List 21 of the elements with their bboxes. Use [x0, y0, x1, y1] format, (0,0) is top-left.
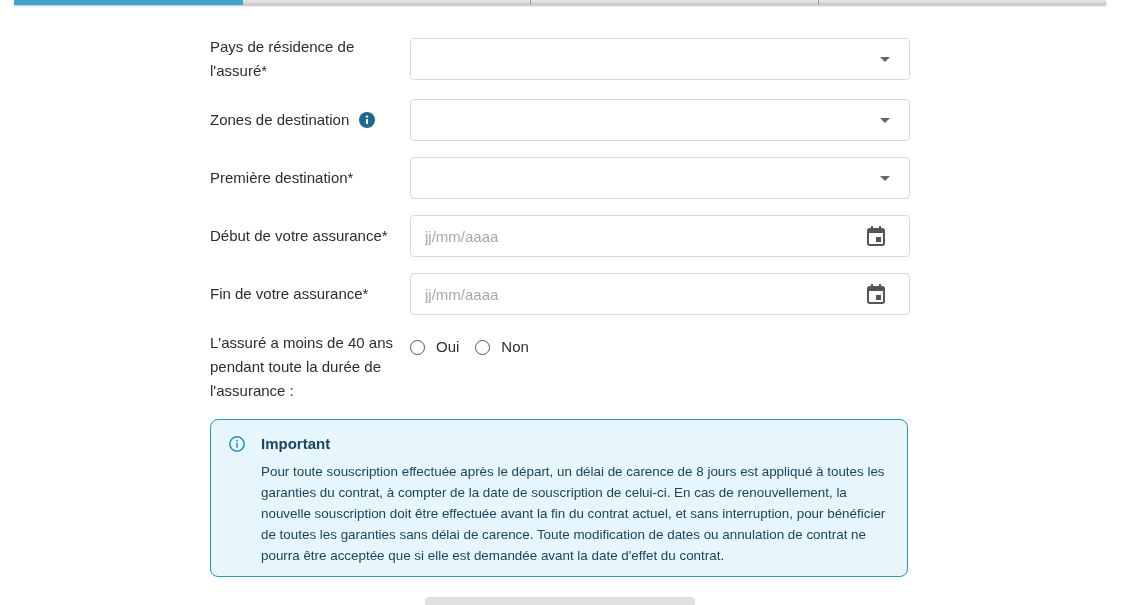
select-field[interactable] [410, 157, 910, 199]
info-icon [229, 436, 245, 452]
notice-title: Important [261, 435, 332, 453]
field-label: Début de votre assurance* [210, 226, 388, 246]
select-field[interactable] [410, 38, 910, 80]
date-field[interactable]: jj/mm/aaaa [410, 273, 910, 315]
field-label: Pays de résidence de l'assuré* [210, 37, 356, 81]
caret-icon [880, 175, 890, 181]
field-label: L'assuré a moins de 40 ans pendant toute la durée de l'assurance : [210, 333, 394, 401]
radio-option[interactable]: Oui [410, 338, 460, 356]
field-label: Première destination* [210, 168, 354, 188]
caret-icon [880, 117, 890, 123]
calendar-icon [867, 284, 885, 304]
calendar-icon [867, 226, 885, 246]
field-label: Zones de destination [210, 110, 350, 130]
caret-icon [880, 56, 890, 62]
select-field[interactable] [410, 99, 910, 141]
radio-option[interactable]: Non [475, 338, 529, 356]
field-label: Fin de votre assurance* [210, 284, 369, 304]
notice-text: Pour toute souscription effectuée après le départ, un délai de carence de 8 jours est appliqué à toutes les garanties du contrat, à compter de la date de souscription de celui-ci. En cas de renouvellement, la nouvelle souscription doit être effectuée avant la fin du contrat actuel, et sans interruption, pour bénéficier de toutes les garanties sans délai de carence. Toute modification de dates ou annulation de contrat ne pourra être acceptée que si elle est demandée avant la date d'effet du contrat. [261, 463, 887, 565]
date-field[interactable]: jj/mm/aaaa [410, 215, 910, 257]
